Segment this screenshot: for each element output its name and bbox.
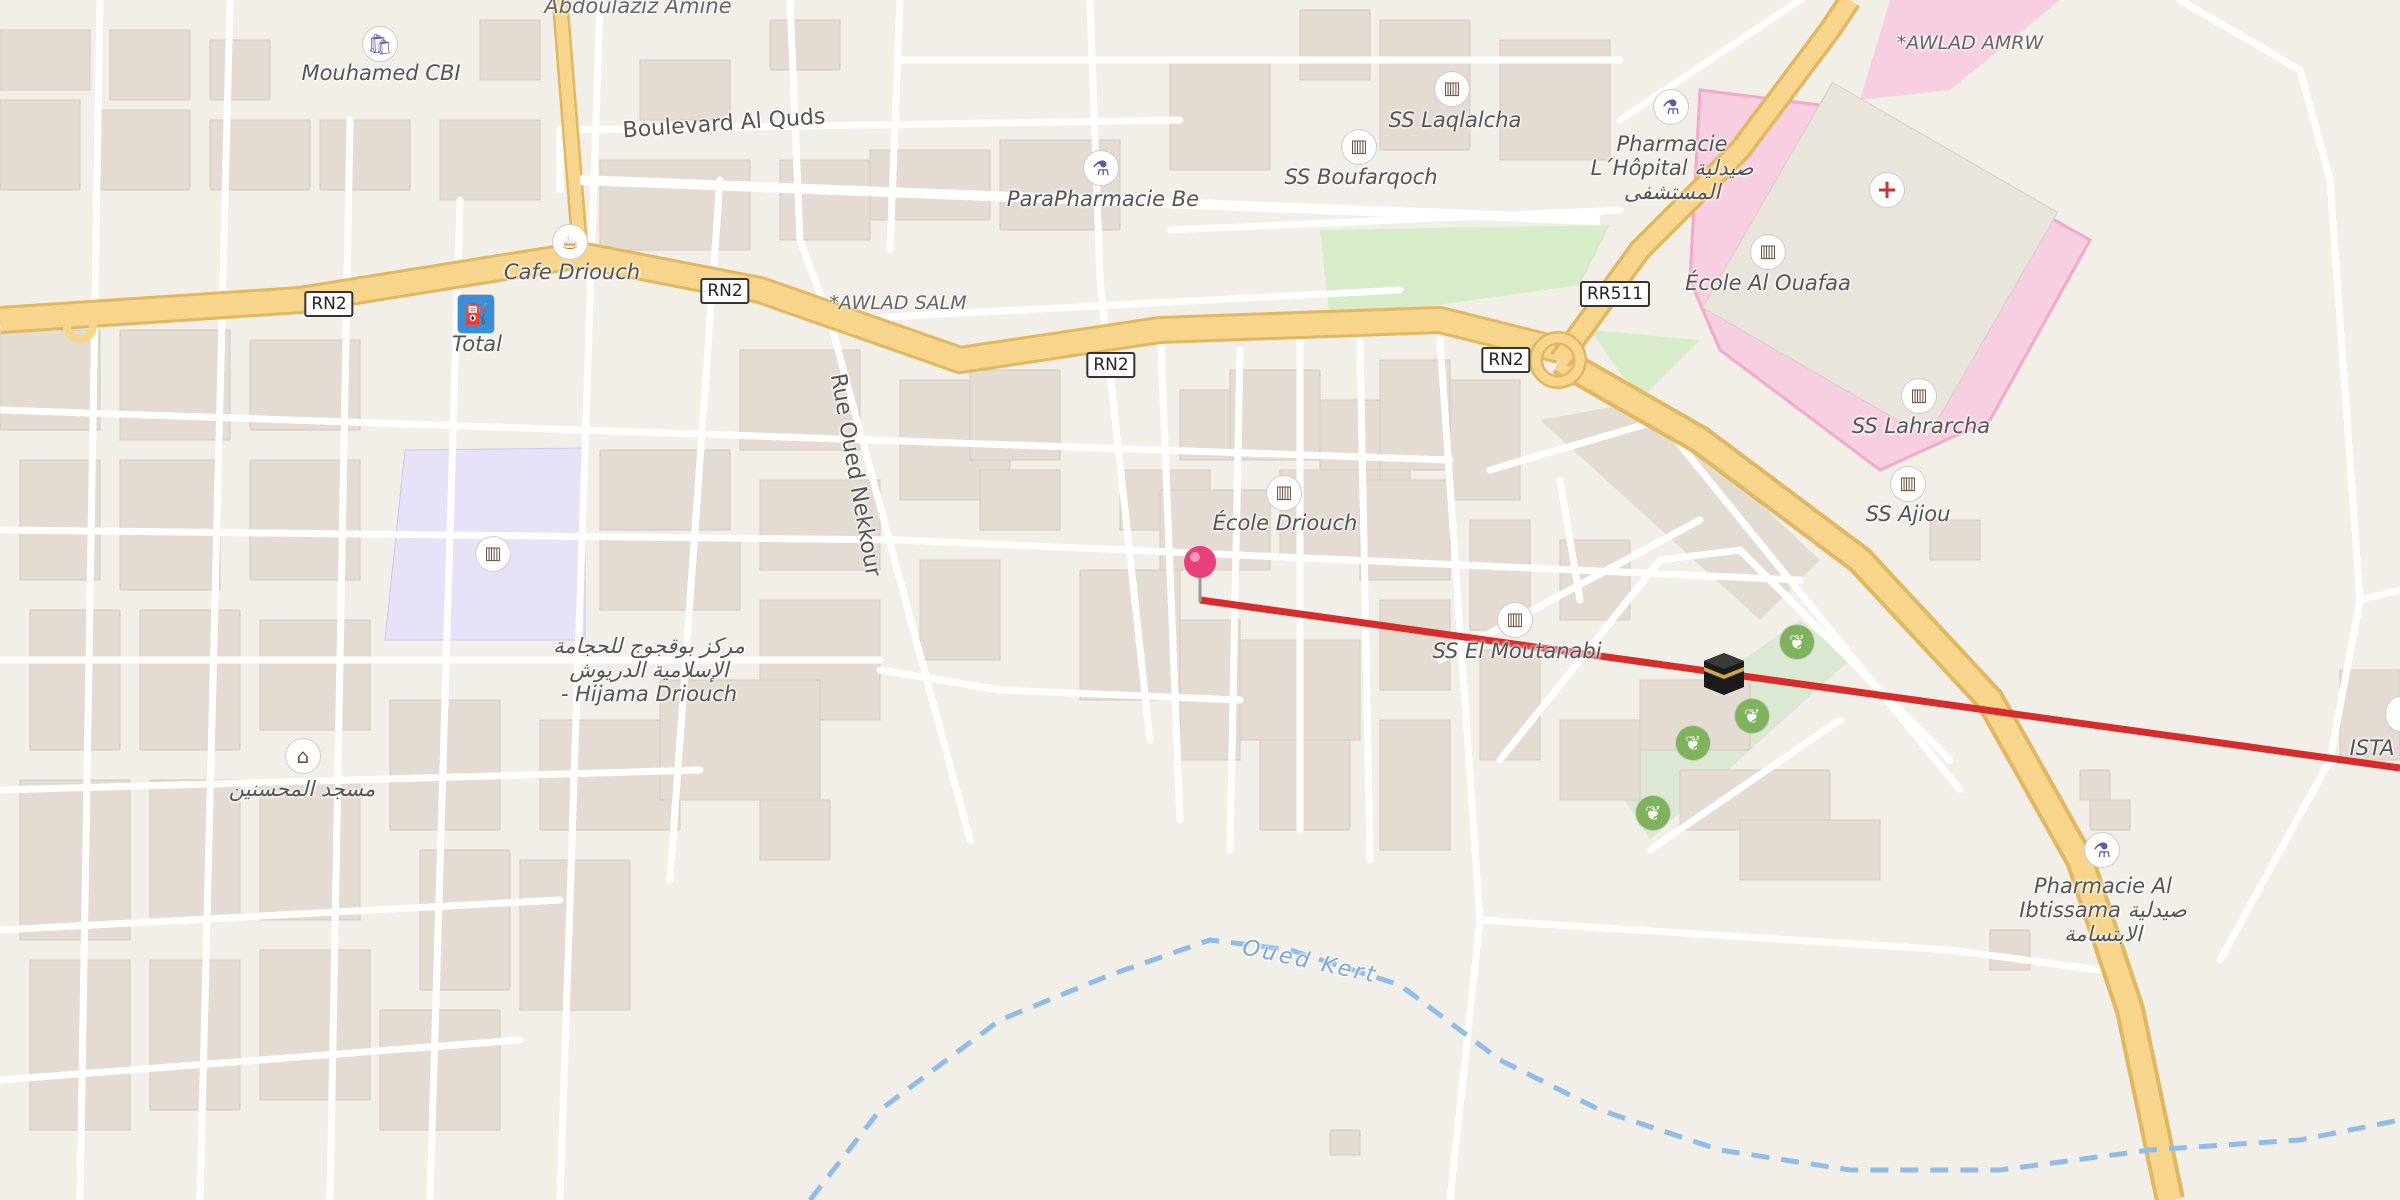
school-icon[interactable]: ▥ [1902, 379, 1936, 413]
poi-label-ss-el-moutanabi: SS El Moutanabi [1432, 638, 1602, 663]
garden-icon[interactable]: ❦ [1636, 796, 1670, 830]
cafe-icon[interactable]: ☕ [553, 225, 587, 259]
kaaba-icon[interactable] [1699, 647, 1749, 697]
poi-label-hijama: مركز بوقجوج للحجامة الإسلامية الدريوش - … [553, 633, 745, 707]
school-icon[interactable]: ▥ [1498, 603, 1532, 637]
road-shield-rn2: RN2 [1481, 347, 1531, 373]
shop-icon[interactable]: 🛍 [363, 27, 397, 61]
pharmacy-icon[interactable]: ⚗ [1084, 151, 1118, 185]
poi-label-total: Total [451, 331, 503, 356]
road-shield-rn2: RN2 [1086, 352, 1136, 378]
street-label-abdoulaziz: Abdoulaziz Amine [544, 0, 732, 18]
poi-label-ss-laqlalcha: SS Laqlalcha [1388, 107, 1522, 132]
poi-label-ecole-al-ouafaa: École Al Ouafaa [1685, 270, 1851, 295]
place-label-awlad-salm: *AWLAD SALM [829, 292, 967, 315]
place-label-awlad-amrw: *AWLAD AMRW [1896, 32, 2044, 55]
school-icon[interactable]: ▥ [1751, 235, 1785, 269]
school-icon[interactable]: ▥ [1342, 130, 1376, 164]
road-shield-rn2: RN2 [700, 278, 750, 304]
garden-icon[interactable]: ❦ [1676, 726, 1710, 760]
mosque-icon[interactable]: ⌂ [286, 739, 320, 773]
poi-label-ss-boufarqoch: SS Boufarqoch [1284, 164, 1438, 189]
poi-label-ecole-driouch: École Driouch [1212, 510, 1358, 535]
poi-label-parapharmacie: ParaPharmacie Be [1006, 186, 1200, 211]
garden-icon[interactable]: ❦ [1735, 699, 1769, 733]
poi-label-ista: ISTA [2349, 735, 2395, 760]
poi-label-pharmacie-hopital: Pharmacie L´Hôpital صيدلية المستشفى [1590, 131, 1754, 205]
pharmacy-icon[interactable]: ⚗ [1654, 90, 1688, 124]
school-icon[interactable]: ▥ [1891, 467, 1925, 501]
poi-label-cafe-driouch: Cafe Driouch [503, 259, 641, 284]
road-shield-rn2: RN2 [304, 291, 354, 317]
poi-label-mouhamed-cbi: Mouhamed CBI [301, 60, 461, 85]
fuel-icon[interactable]: ⛽ [458, 295, 494, 333]
school-icon[interactable]: ▥ [1267, 476, 1301, 510]
garden-icon[interactable]: ❦ [1780, 625, 1814, 659]
road-shield-rr511: RR511 [1579, 281, 1651, 307]
school-icon[interactable]: ▥ [1435, 72, 1469, 106]
poi-label-pharmacie-ibtissama: Pharmacie Al Ibtissama صيدلية الابتسامة [2019, 873, 2187, 947]
poi-label-ss-lahrarcha: SS Lahrarcha [1851, 413, 1991, 438]
pharmacy-icon[interactable]: ⚗ [2085, 833, 2119, 867]
park-area [1320, 225, 1610, 320]
location-pin-icon[interactable] [1180, 544, 1220, 604]
map-canvas[interactable]: RN2 RN2 RN2 RN2 RR511 Boulevard Al Quds … [0, 0, 2400, 1200]
hospital-icon[interactable]: + [1870, 173, 1904, 207]
school-icon[interactable]: ▥ [476, 537, 510, 571]
poi-label-mosque: مسجد المحسنين [228, 776, 376, 801]
poi-label-ss-ajiou: SS Ajiou [1865, 501, 1951, 526]
